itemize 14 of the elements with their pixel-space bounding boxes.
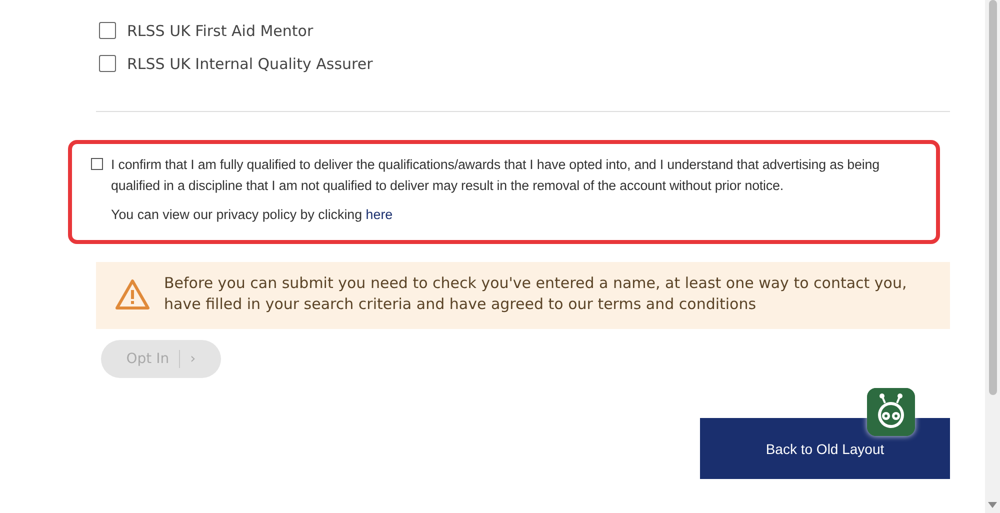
scroll-down-arrow-icon[interactable] [988,502,997,508]
checkbox-label: RLSS UK Internal Quality Assurer [127,54,373,72]
checkbox[interactable] [99,22,116,39]
checkbox-label: RLSS UK First Aid Mentor [127,22,314,40]
warning-icon [114,278,151,310]
confirmation-text: I confirm that I am fully qualified to deliver the qualifications/awards that I have opted into, and I understand that advertising as being qualified in a discipline that I am not qualified to deliver may result in the removal of the account without prior notice. [111,156,880,195]
robot-chat-icon[interactable] [867,388,915,436]
checkbox[interactable] [91,158,103,170]
privacy-text: You can view our privacy policy by clicking here [111,207,394,222]
scrollbar-thumb[interactable] [988,0,996,395]
warning-text: Before you can submit you need to check you've entered a name, at least one way to contact you, have filled in your search criteria and have agreed to our terms and conditions [164,273,908,315]
checkbox[interactable] [99,55,116,72]
privacy-link[interactable]: here [366,207,393,222]
back-to-old-layout-button[interactable]: Back to Old Layout [700,418,950,479]
